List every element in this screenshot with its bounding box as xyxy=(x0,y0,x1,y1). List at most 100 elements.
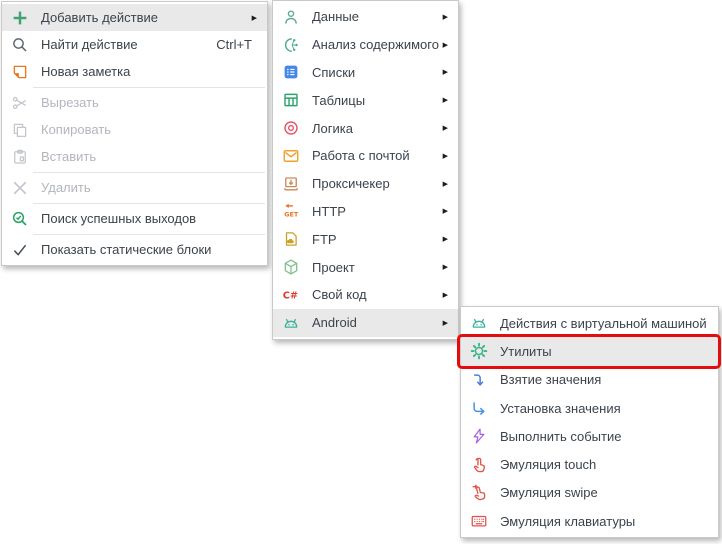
menu-item-emulate-swipe[interactable]: Эмуляция swipe xyxy=(461,479,718,507)
submenu-arrow-icon: ▶ xyxy=(443,263,448,271)
svg-text:GET: GET xyxy=(284,211,299,219)
menu-item-content-analysis[interactable]: Анализ содержимого ▶ xyxy=(273,31,458,59)
gear-icon xyxy=(469,341,489,361)
menu-item-label: Данные xyxy=(312,9,359,24)
android-icon xyxy=(469,313,489,333)
context-menu-android: Действия с виртуальной машиной Утилиты Взя… xyxy=(460,306,719,538)
submenu-arrow-icon: ▶ xyxy=(443,207,448,215)
menu-item-label: Удалить xyxy=(41,180,91,195)
menu-item-label: Выполнить событие xyxy=(500,429,621,444)
menu-item-label: Поиск успешных выходов xyxy=(41,211,196,226)
ftp-icon xyxy=(281,229,301,249)
menu-item-logic[interactable]: Логика ▶ xyxy=(273,114,458,142)
menu-item-delete: Удалить xyxy=(2,174,267,201)
menu-item-run-event[interactable]: Выполнить событие xyxy=(461,422,718,450)
menu-item-show-static-blocks[interactable]: Показать статические блоки xyxy=(2,236,267,263)
menu-item-label: Вырезать xyxy=(41,95,99,110)
submenu-arrow-icon: ▶ xyxy=(443,180,448,188)
check-icon xyxy=(10,240,30,260)
cut-icon xyxy=(10,93,30,113)
mail-icon xyxy=(281,146,301,166)
takeval-icon xyxy=(469,370,489,390)
menu-item-label: Логика xyxy=(312,121,353,136)
menu-item-label: Показать статические блоки xyxy=(41,242,211,257)
menu-item-label: Эмуляция swipe xyxy=(500,485,598,500)
menu-item-lists[interactable]: Списки ▶ xyxy=(273,59,458,87)
menu-separator xyxy=(33,87,265,88)
context-menu-add-action: Данные▶Анализ содержимого▶Списки▶Таблицы… xyxy=(272,0,459,340)
menu-item-label: Вставить xyxy=(41,149,96,164)
menu-item-paste: Вставить xyxy=(2,143,267,170)
menu-item-email-work[interactable]: Работа с почтой▶ xyxy=(273,142,458,170)
menu-item-label: Найти действие xyxy=(41,37,138,52)
menu-item-label: Действия с виртуальной машиной xyxy=(500,316,707,331)
menu-item-vm-actions[interactable]: Действия с виртуальной машиной xyxy=(461,309,718,337)
copy-icon xyxy=(10,120,30,140)
menu-item-data[interactable]: Данные ▶ xyxy=(273,3,458,31)
menu-item-label: Эмуляция клавиатуры xyxy=(500,514,635,529)
menu-item-label: Добавить действие xyxy=(41,10,158,25)
menu-item-label: Установка значения xyxy=(500,401,621,416)
menu-item-ftp[interactable]: FTP▶ xyxy=(273,225,458,253)
menu-item-label: Проект xyxy=(312,260,355,275)
menu-item-proxychecker[interactable]: Проксичекер ▶ xyxy=(273,170,458,198)
menu-item-label: Эмуляция touch xyxy=(500,457,596,472)
submenu-arrow-icon: ▶ xyxy=(443,235,448,243)
project-icon xyxy=(281,257,301,277)
submenu-arrow-icon: ▶ xyxy=(443,124,448,132)
menu-item-label: Работа с почтой xyxy=(312,148,410,163)
menu-item-android[interactable]: Android ▶ xyxy=(273,309,458,337)
csharp-icon: C# xyxy=(281,285,301,305)
event-icon xyxy=(469,426,489,446)
delete-icon xyxy=(10,178,30,198)
shortcut-label: Ctrl+T xyxy=(216,37,252,52)
menu-item-label: Взятие значения xyxy=(500,372,601,387)
menu-item-tables[interactable]: Таблицы▶ xyxy=(273,86,458,114)
svg-text:C#: C# xyxy=(283,290,298,301)
analysis-icon xyxy=(281,35,301,55)
menu-item-set-value[interactable]: Установка значения xyxy=(461,394,718,422)
annotation-highlight-box xyxy=(457,334,721,368)
menu-item-search-successful-exits[interactable]: Поиск успешных выходов xyxy=(2,205,267,232)
note-icon xyxy=(10,62,30,82)
menu-item-label: Android xyxy=(312,315,357,330)
submenu-arrow-icon: ▶ xyxy=(443,319,448,327)
menu-item-http[interactable]: GET HTTP ▶ xyxy=(273,198,458,226)
menu-item-own-code[interactable]: C# Свой код ▶ xyxy=(273,281,458,309)
submenu-arrow-icon: ▶ xyxy=(443,68,448,76)
menu-item-label: Свой код xyxy=(312,287,367,302)
submenu-arrow-icon: ▶ xyxy=(443,96,448,104)
menu-separator xyxy=(33,203,265,204)
menu-item-utilities[interactable]: Утилиты xyxy=(461,337,718,365)
touch-icon xyxy=(469,455,489,475)
menu-item-project[interactable]: Проект ▶ xyxy=(273,253,458,281)
list-icon xyxy=(281,62,301,82)
menu-separator xyxy=(33,172,265,173)
menu-item-label: Проксичекер xyxy=(312,176,390,191)
table-icon xyxy=(281,90,301,110)
menu-item-emulate-touch[interactable]: Эмуляция touch xyxy=(461,450,718,478)
logic-icon xyxy=(281,118,301,138)
menu-item-label: HTTP xyxy=(312,204,346,219)
search-icon xyxy=(10,35,30,55)
menu-item-label: Копировать xyxy=(41,122,111,137)
menu-item-cut: Вырезать xyxy=(2,89,267,116)
http-icon: GET xyxy=(281,201,301,221)
menu-item-label: Утилиты xyxy=(500,344,552,359)
menu-item-add-action[interactable]: Добавить действие▶ xyxy=(2,4,267,31)
plus-icon xyxy=(10,8,30,28)
menu-item-label: Анализ содержимого xyxy=(312,37,439,52)
submenu-arrow-icon: ▶ xyxy=(443,41,448,49)
keyboard-icon xyxy=(469,511,489,531)
menu-item-new-note[interactable]: Новая заметка xyxy=(2,58,267,85)
submenu-arrow-icon: ▶ xyxy=(443,291,448,299)
swipe-icon xyxy=(469,483,489,503)
proxy-icon xyxy=(281,174,301,194)
menu-item-emulate-keyboard[interactable]: Эмуляция клавиатуры xyxy=(461,507,718,535)
menu-item-get-value[interactable]: Взятие значения xyxy=(461,366,718,394)
menu-item-label: Списки xyxy=(312,65,355,80)
paste-icon xyxy=(10,147,30,167)
menu-item-find-action[interactable]: Найти действие Ctrl+T xyxy=(2,31,267,58)
submenu-arrow-icon: ▶ xyxy=(443,13,448,21)
menu-item-copy: Копировать xyxy=(2,116,267,143)
